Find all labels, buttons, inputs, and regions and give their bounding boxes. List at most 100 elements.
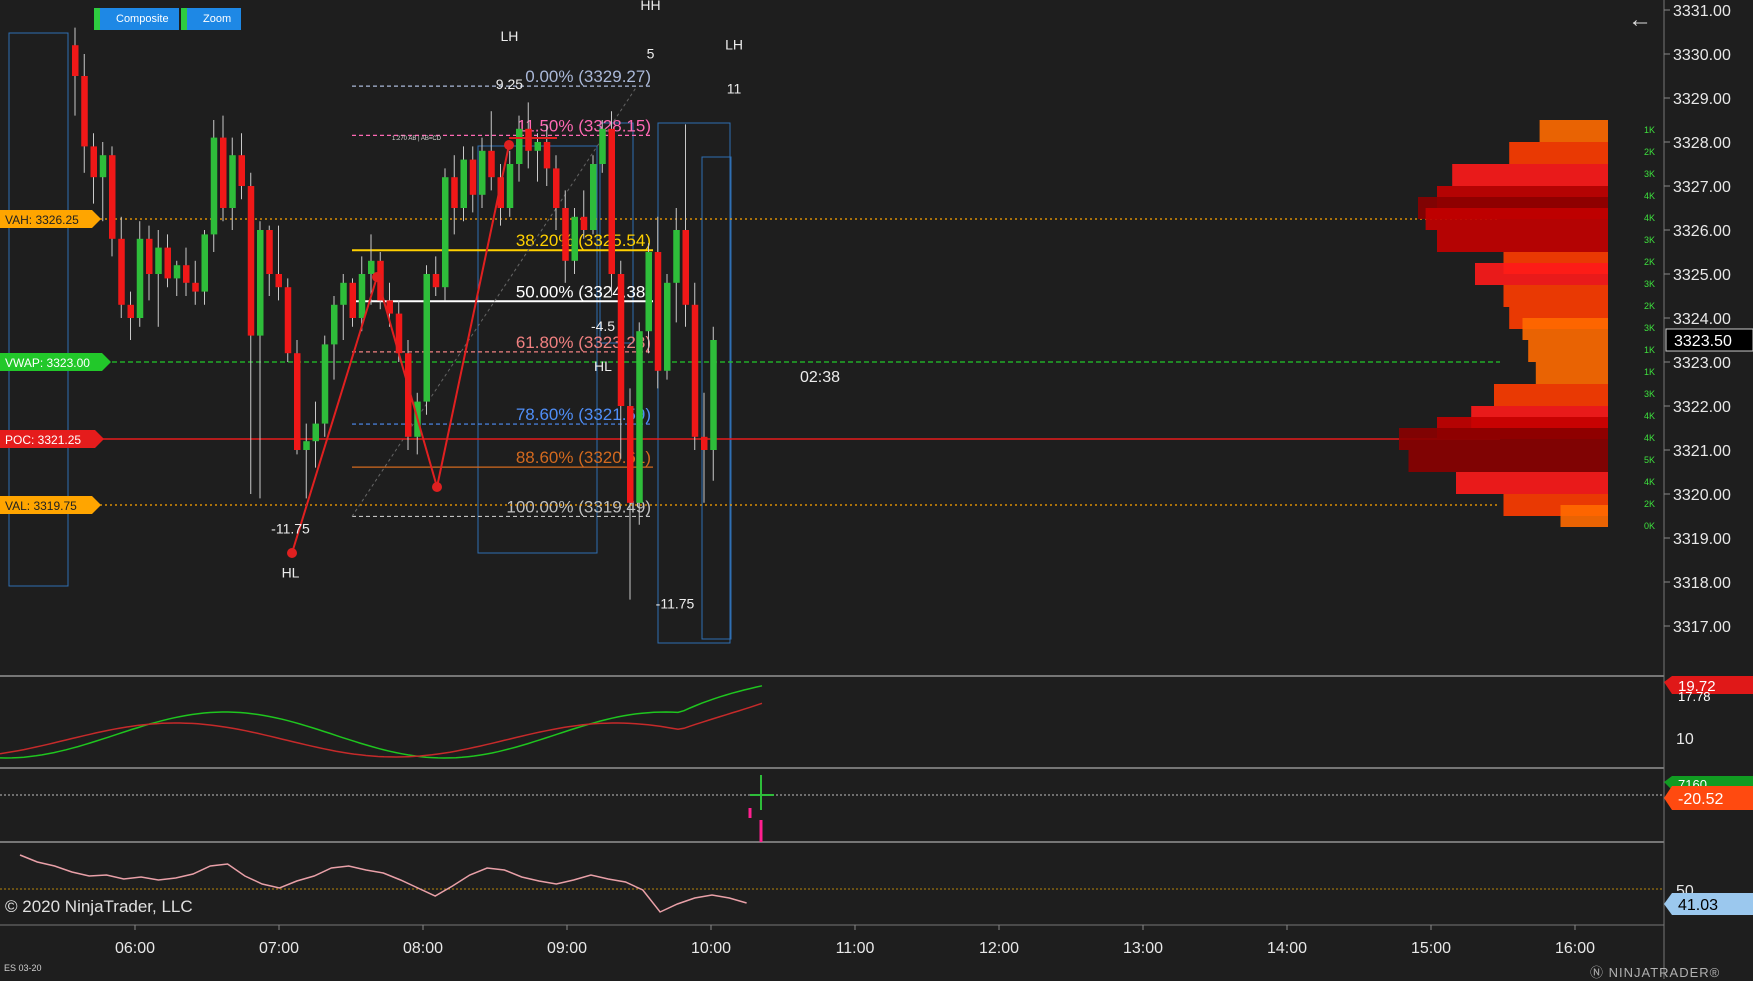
candle-body: [349, 282, 356, 318]
candle-body: [506, 164, 514, 208]
candle-body: [543, 142, 551, 169]
last-price-label: 3323.50: [1674, 333, 1732, 350]
candle-body: [173, 265, 181, 279]
candle-body: [460, 159, 467, 208]
volume-profile-bar: [1535, 362, 1608, 384]
level-tag-label: VAH: 3326.25: [5, 213, 79, 227]
volume-profile-bar: [1509, 142, 1608, 164]
swing-annotation: 9.25: [496, 76, 523, 92]
candle-body: [599, 128, 606, 164]
candle-body: [358, 274, 366, 318]
candle-body: [516, 128, 523, 164]
volume-profile-bar: [1560, 505, 1608, 527]
level-tag-label: POC: 3321.25: [5, 433, 81, 447]
price-tick-label: 3322.00: [1673, 399, 1731, 416]
composite-button[interactable]: Composite: [94, 8, 179, 30]
candle-body: [636, 331, 643, 503]
level-tag-label: VAL: 3319.75: [5, 499, 77, 513]
candle-body: [580, 216, 588, 230]
price-tick-label: 3327.00: [1673, 179, 1731, 196]
volume-profile-label: 4K: [1644, 191, 1655, 201]
swing-annotation: 11: [727, 81, 742, 97]
candle-body: [72, 45, 79, 76]
candle-body: [423, 274, 430, 402]
candle-body: [432, 274, 440, 288]
fib-level-label: 0.00% (3329.27): [525, 67, 651, 86]
candle-body: [368, 260, 375, 274]
swing-annotation: LH: [500, 28, 518, 44]
oscillator-line: [0, 685, 763, 759]
volume-profile-label: 3K: [1644, 389, 1655, 399]
candle-body: [488, 150, 495, 178]
swing-annotation: LH: [725, 37, 743, 53]
volume-profile-label: 4K: [1644, 433, 1655, 443]
volume-profile-bar: [1456, 472, 1608, 494]
candle-body: [469, 159, 477, 195]
candle-body: [312, 423, 319, 442]
candle-body: [192, 282, 199, 292]
swing-annotation: -11.75: [656, 595, 695, 611]
candle-body: [590, 164, 597, 230]
price-tick-label: 3324.00: [1673, 311, 1731, 328]
time-tick-label: 08:00: [403, 940, 443, 957]
time-tick-label: 07:00: [259, 940, 299, 957]
volume-profile-label: 0K: [1644, 521, 1655, 531]
volume-profile-bar: [1399, 428, 1608, 450]
candle-body: [201, 234, 208, 292]
volume-profile-label: 1K: [1644, 367, 1655, 377]
time-tick-label: 14:00: [1267, 940, 1307, 957]
volume-profile-label: 2K: [1644, 257, 1655, 267]
osc1-axis-label: 10: [1676, 731, 1694, 748]
candle-body: [99, 155, 107, 178]
volume-profile-label: 3K: [1644, 279, 1655, 289]
candle-body: [553, 168, 560, 208]
volume-profile-label: 2K: [1644, 147, 1655, 157]
volume-profile-label: 1K: [1644, 125, 1655, 135]
candle-body: [118, 238, 125, 305]
candle-body: [710, 340, 717, 450]
candle-timer: 02:38: [800, 369, 840, 386]
candle-body: [451, 177, 458, 208]
candle-body: [525, 128, 532, 151]
price-tick-label: 3319.00: [1673, 531, 1731, 548]
candle-body: [654, 252, 662, 371]
volume-profile-label: 4K: [1644, 411, 1655, 421]
candle-body: [701, 436, 708, 450]
candle-body: [303, 441, 310, 450]
fib-level-label: 50.00% (3324.38): [516, 282, 651, 301]
candle-body: [664, 282, 671, 371]
candle-body: [220, 137, 227, 208]
harmonic-point: [287, 548, 297, 558]
volume-profile-label: 3K: [1644, 235, 1655, 245]
candle-body: [479, 150, 486, 195]
volume-profile-bar: [1522, 318, 1608, 340]
candle-body: [331, 304, 338, 345]
candle-body: [81, 76, 88, 147]
fib-level-label: 11.50% (3328.15): [517, 116, 651, 135]
back-arrow-icon[interactable]: ←: [1628, 6, 1652, 34]
candle-body: [534, 142, 541, 151]
price-tick-label: 3317.00: [1673, 619, 1731, 636]
candle-body: [247, 186, 255, 336]
price-tick-label: 3328.00: [1673, 135, 1731, 152]
osc2-value: -20.52: [1678, 791, 1723, 808]
swing-annotation: -11.75: [271, 521, 310, 537]
swing-annotation: HL: [282, 565, 300, 581]
zoom-button[interactable]: Zoom: [181, 8, 242, 30]
price-tick-label: 3321.00: [1673, 443, 1731, 460]
volume-profile-bar: [1503, 285, 1608, 307]
volume-profile-label: 3K: [1644, 323, 1655, 333]
osc1-value: 17.78: [1678, 689, 1711, 704]
price-tick-label: 3326.00: [1673, 223, 1731, 240]
volume-profile-bar: [1408, 450, 1608, 472]
volume-profile-label: 3K: [1644, 169, 1655, 179]
ninjatrader-logo: Ⓝ NINJATRADER®: [1590, 965, 1721, 980]
time-tick-label: 16:00: [1555, 940, 1595, 957]
volume-profile-bar: [1528, 340, 1608, 362]
price-tick-label: 3331.00: [1673, 3, 1731, 20]
time-tick-label: 09:00: [547, 940, 587, 957]
price-tick-label: 3329.00: [1673, 91, 1731, 108]
candle-body: [617, 274, 625, 406]
time-tick-label: 13:00: [1123, 940, 1163, 957]
price-chart[interactable]: 3331.00 3330.00 3329.00 3328.00 3327.00 3326.…: [0, 0, 1753, 979]
